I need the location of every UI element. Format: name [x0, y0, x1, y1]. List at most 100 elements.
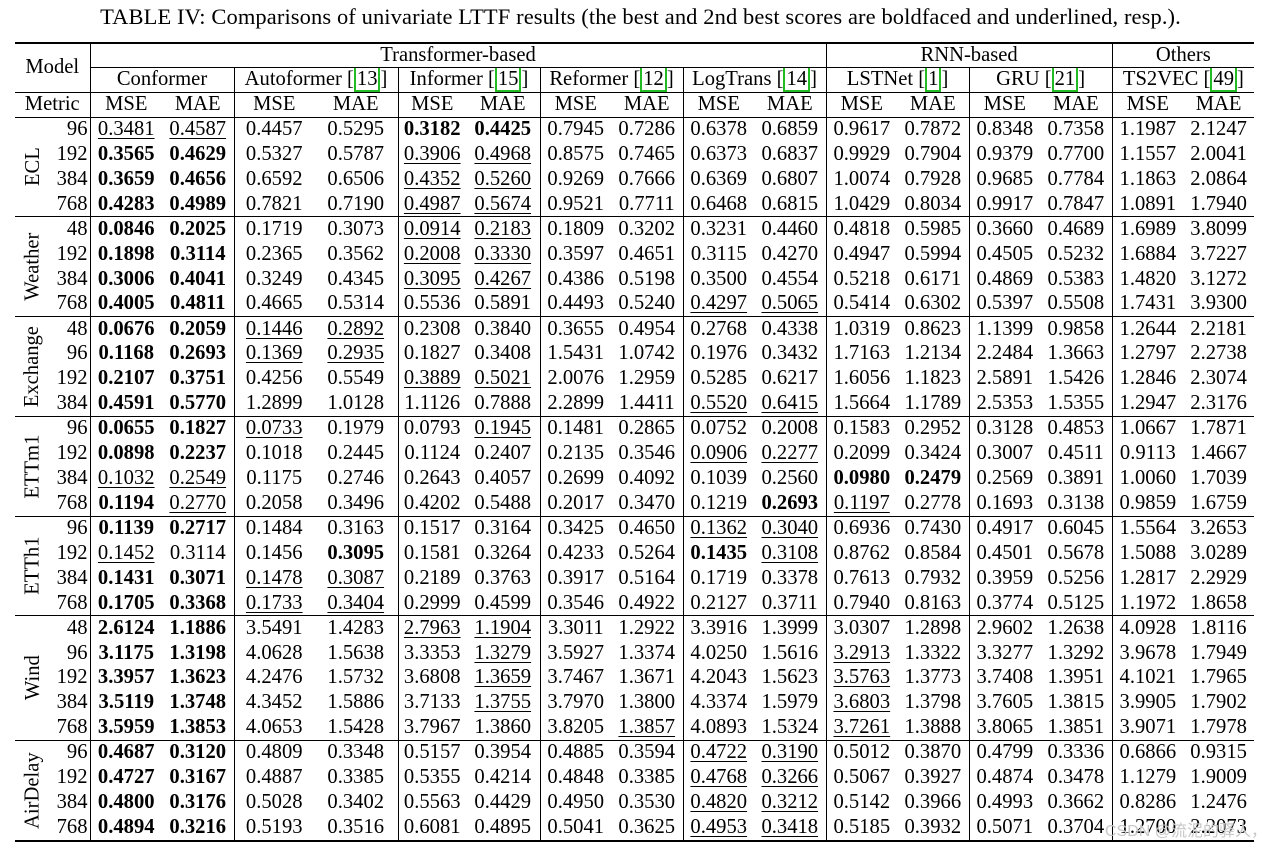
mse-value: 0.2008	[398, 242, 466, 267]
citation-link[interactable]: 14	[783, 67, 811, 92]
mae-value: 0.4650	[611, 516, 684, 542]
mae-value: 1.4283	[314, 615, 399, 641]
mse-value: 0.5520	[683, 391, 754, 416]
value-text: 2.2181	[1190, 317, 1247, 340]
mae-value: 0.4853	[1040, 416, 1113, 442]
value-text: 0.2183	[474, 217, 532, 240]
table-row: 96 3.1175 1.3198 4.0628 1.5638 3.3353 1.3279 3.…	[15, 640, 1254, 666]
citation-link[interactable]: 12	[640, 67, 667, 92]
mae-value: 0.6859	[754, 117, 827, 143]
value-text: 1.8116	[1190, 616, 1247, 639]
value-text: 1.3198	[169, 641, 227, 664]
horizon-cell: 96	[51, 416, 91, 442]
mae-value: 0.5508	[1040, 291, 1113, 317]
value-text: 0.2952	[904, 417, 962, 440]
value-text: 0.3530	[618, 791, 676, 814]
metric-header: Metric	[15, 92, 91, 118]
value-text: 0.6302	[904, 292, 962, 315]
value-text: 0.1827	[403, 342, 461, 365]
value-text: 0.3763	[474, 566, 532, 589]
value-text: 0.4818	[833, 217, 891, 240]
mae-value: 1.7902	[1183, 691, 1254, 716]
mae-value: 0.3408	[466, 341, 541, 367]
mae-value: 0.3264	[466, 541, 541, 567]
value-text: 0.5198	[618, 267, 676, 290]
value-text: 0.1583	[833, 417, 891, 440]
mse-value: 0.1581	[398, 541, 466, 566]
mse-value: 0.4501	[969, 541, 1040, 566]
value-text: 4.1021	[1119, 666, 1177, 689]
dataset-name: Weather	[21, 232, 44, 301]
value-text: 0.3927	[904, 766, 962, 789]
table-row: 384 0.1431 0.3071 0.1478 0.3087 0.2189 0.3763 0…	[15, 566, 1254, 591]
mae-value: 1.9009	[1183, 765, 1254, 790]
value-text: 0.0733	[245, 417, 303, 440]
mse-value: 0.6378	[683, 117, 754, 142]
value-text: 0.5256	[1047, 566, 1105, 589]
value-text: 0.7190	[327, 192, 385, 215]
mae-value: 0.5164	[611, 566, 684, 591]
mae-value: 0.2693	[754, 491, 827, 517]
mae-value: 0.3216	[162, 815, 235, 841]
mse-value: 0.4505	[969, 242, 1040, 267]
value-text: 0.3711	[761, 591, 818, 614]
value-text: 0.3917	[547, 566, 605, 589]
value-text: 0.1194	[98, 491, 155, 514]
mae-value: 0.1979	[314, 416, 399, 442]
value-text: 1.5324	[761, 715, 819, 738]
value-text: 0.5193	[245, 815, 303, 838]
citation-link[interactable]: 15	[494, 67, 522, 92]
citation-link[interactable]: 1	[925, 67, 942, 92]
mse-value: 3.3916	[683, 616, 754, 641]
mse-value: 0.5218	[826, 267, 897, 292]
value-text: 0.2107	[97, 367, 155, 390]
horizon-cell: 768	[51, 291, 91, 317]
value-text: 0.4895	[474, 815, 532, 838]
cite-bracket-close: ]	[380, 68, 388, 91]
mae-value: 0.3330	[466, 241, 541, 267]
mse-value: 0.5041	[540, 816, 611, 841]
value-text: 1.1399	[976, 317, 1034, 340]
value-text: 0.3264	[474, 541, 532, 564]
value-text: 0.3163	[327, 517, 385, 540]
value-text: 0.4345	[327, 267, 385, 290]
value-text: 0.3655	[547, 317, 605, 340]
mse-value: 0.2643	[398, 466, 466, 491]
mse-value: 0.4874	[969, 765, 1040, 790]
mse-value: 1.5431	[540, 342, 611, 367]
mse-value: 0.3128	[969, 416, 1040, 441]
mae-value: 0.3114	[162, 241, 235, 267]
mae-value: 0.1945	[466, 416, 541, 442]
value-text: 0.1431	[97, 566, 155, 589]
value-text: 0.4987	[403, 192, 461, 215]
mae-value: 1.1789	[897, 391, 970, 417]
mae-value: 0.5891	[466, 291, 541, 317]
value-text: 0.4968	[474, 142, 532, 165]
mse-value: 1.1863	[1112, 167, 1183, 192]
value-text: 3.7605	[976, 691, 1034, 714]
mse-value: 0.4493	[540, 292, 611, 317]
citation-link[interactable]: 21	[1051, 67, 1079, 92]
mse-value: 4.3374	[683, 691, 754, 716]
value-text: 1.2898	[904, 616, 962, 639]
mae-value: 0.7666	[611, 167, 684, 192]
mse-value: 3.0307	[826, 616, 897, 641]
mae-value: 0.5295	[314, 117, 399, 143]
cite-bracket-close: ]	[810, 68, 817, 91]
value-text: 0.4950	[547, 791, 605, 814]
value-text: 0.4953	[690, 815, 748, 838]
citation-link[interactable]: 49	[1210, 67, 1237, 92]
mae-value: 0.2445	[314, 441, 399, 467]
value-text: 0.4853	[1047, 417, 1105, 440]
citation-link[interactable]: 13	[353, 67, 381, 92]
mae-value: 0.3071	[162, 566, 235, 591]
mse-value: 0.6866	[1112, 740, 1183, 765]
value-text: 1.5564	[1119, 517, 1177, 540]
table-row: 384 3.5119 1.3748 4.3452 1.5886 3.7133 1.3755 3…	[15, 690, 1254, 716]
value-text: 0.6592	[245, 167, 303, 190]
value-text: 3.2653	[1190, 517, 1247, 540]
mse-value: 3.9071	[1112, 715, 1183, 740]
mae-value: 2.1247	[1183, 117, 1254, 142]
value-text: 0.7700	[1047, 142, 1105, 165]
value-text: 3.3011	[547, 616, 604, 639]
